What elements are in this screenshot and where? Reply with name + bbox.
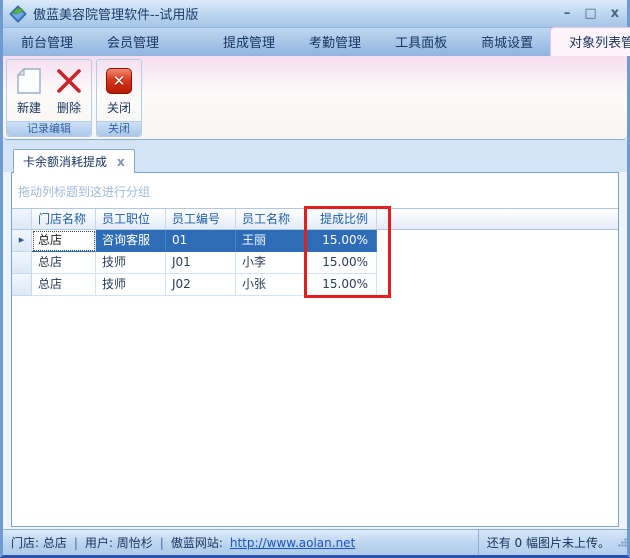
cell-rate[interactable]: 15.00% (305, 252, 377, 274)
document-tab-strip: 卡余额消耗提成 x (3, 140, 627, 172)
row-indicator-header (12, 209, 32, 229)
tab-attendance[interactable]: 考勤管理 (292, 28, 378, 56)
row-indicator-arrow: ▸ (12, 230, 32, 252)
status-site-label: 傲蓝网站: (171, 534, 223, 551)
new-button[interactable]: 新建 (9, 64, 49, 116)
window-title: 傲蓝美容院管理软件--试用版 (33, 4, 564, 23)
column-header-position[interactable]: 员工职位 (96, 209, 166, 229)
table-row[interactable]: 总店 技师 J01 小李 15.00% (12, 252, 378, 274)
app-icon (9, 5, 27, 23)
delete-button-label: 删除 (57, 99, 81, 116)
status-store: 门店: 总店 (11, 534, 67, 551)
column-header-filler (377, 209, 618, 229)
document-tab-card-balance-commission[interactable]: 卡余额消耗提成 x (13, 149, 135, 173)
new-document-icon (14, 66, 44, 96)
ribbon-body: 新建 删除 记录编辑 ✕ 关闭 (3, 56, 627, 140)
cell-code[interactable]: J02 (166, 274, 236, 296)
tab-front-desk[interactable]: 前台管理 (4, 28, 90, 56)
document-tab-label: 卡余额消耗提成 (23, 153, 107, 170)
tab-mall-settings[interactable]: 商城设置 (464, 28, 550, 56)
status-user: 用户: 周怡杉 (85, 534, 153, 551)
status-site-link[interactable]: http://www.aolan.net (230, 536, 355, 550)
new-button-label: 新建 (17, 99, 41, 116)
cell-name[interactable]: 小李 (236, 252, 305, 274)
table-row[interactable]: 总店 技师 J02 小张 15.00% (12, 274, 378, 296)
delete-x-icon (54, 66, 84, 96)
cell-rate[interactable]: 15.00% (305, 274, 377, 296)
cell-position[interactable]: 咨询客服 (96, 230, 166, 252)
status-upload-text: 还有 0 幅图片未上传。 (487, 534, 610, 551)
column-header-store-name[interactable]: 门店名称 (32, 209, 96, 229)
status-separator: | (74, 536, 78, 550)
close-button[interactable]: x (611, 6, 619, 22)
cell-code[interactable]: J01 (166, 252, 236, 274)
close-view-button-label: 关闭 (107, 99, 131, 116)
cell-name[interactable]: 小张 (236, 274, 305, 296)
column-header-employee-name[interactable]: 员工名称 (236, 209, 305, 229)
tab-commission[interactable]: 提成管理 (206, 28, 292, 56)
tab-members[interactable]: 会员管理 (90, 28, 176, 56)
cell-store[interactable]: 总店 (32, 252, 96, 274)
delete-button[interactable]: 删除 (49, 64, 89, 116)
tab-tools[interactable]: 工具面板 (378, 28, 464, 56)
app-window: 傲蓝美容院管理软件--试用版 – □ x 前台管理 会员管理 提成管理 考勤管理… (0, 0, 630, 558)
data-grid: 门店名称 员工职位 员工编号 员工名称 提成比例 ▸ 总店 咨询客服 01 王丽… (12, 208, 618, 296)
resize-grip-icon[interactable] (618, 538, 627, 547)
group-record-edit: 新建 删除 记录编辑 (6, 59, 92, 137)
content-panel: 拖动列标题到这进行分组 门店名称 员工职位 员工编号 员工名称 提成比例 ▸ 总… (11, 172, 619, 527)
grid-header-row: 门店名称 员工职位 员工编号 员工名称 提成比例 (12, 208, 618, 230)
column-header-employee-code[interactable]: 员工编号 (166, 209, 236, 229)
row-indicator (12, 252, 32, 274)
status-bar: 门店: 总店 | 用户: 周怡杉 | 傲蓝网站: http://www.aola… (3, 529, 627, 555)
ribbon-tab-strip: 前台管理 会员管理 提成管理 考勤管理 工具面板 商城设置 对象列表管理 (3, 28, 627, 56)
group-close: ✕ 关闭 关闭 (96, 59, 142, 137)
status-separator: | (160, 536, 164, 550)
table-row[interactable]: ▸ 总店 咨询客服 01 王丽 15.00% (12, 230, 378, 252)
cell-name[interactable]: 王丽 (236, 230, 305, 252)
cell-store[interactable]: 总店 (32, 230, 96, 252)
cell-code[interactable]: 01 (166, 230, 236, 252)
cell-position[interactable]: 技师 (96, 252, 166, 274)
close-view-button[interactable]: ✕ 关闭 (99, 64, 139, 116)
cell-store[interactable]: 总店 (32, 274, 96, 296)
column-header-commission-rate[interactable]: 提成比例 (305, 209, 377, 229)
tab-object-list-management[interactable]: 对象列表管理 (550, 27, 630, 56)
title-bar: 傲蓝美容院管理软件--试用版 – □ x (3, 0, 627, 28)
minimize-button[interactable]: – (564, 6, 571, 22)
grid-group-panel[interactable]: 拖动列标题到这进行分组 (12, 173, 618, 208)
status-upload-panel: 还有 0 幅图片未上传。 (478, 530, 627, 555)
maximize-button[interactable]: □ (584, 6, 596, 22)
group-record-edit-label: 记录编辑 (7, 121, 91, 136)
document-tab-close-icon[interactable]: x (117, 155, 125, 169)
row-indicator (12, 274, 32, 296)
group-close-label: 关闭 (97, 121, 141, 136)
cell-position[interactable]: 技师 (96, 274, 166, 296)
close-box-icon: ✕ (104, 66, 134, 96)
cell-rate[interactable]: 15.00% (305, 230, 377, 252)
